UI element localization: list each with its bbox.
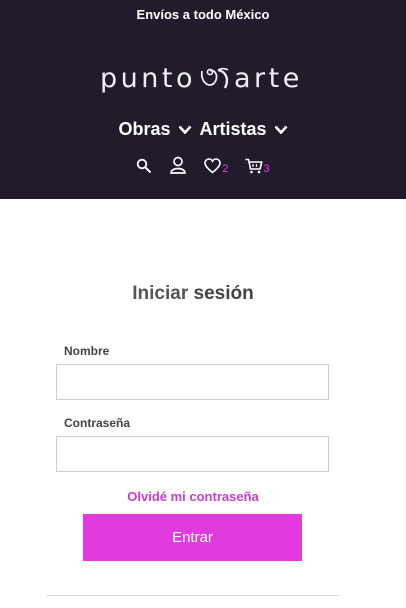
cart-button[interactable]: 3 <box>245 158 270 175</box>
account-button[interactable] <box>170 156 187 174</box>
header-icons: 2 3 <box>0 156 406 175</box>
name-field[interactable] <box>56 364 329 400</box>
chevron-down-icon <box>178 125 191 134</box>
page-title: Iniciar sesión <box>0 283 386 305</box>
cart-count: 3 <box>263 163 270 175</box>
site-logo[interactable]: punto arte <box>100 60 306 96</box>
main-nav: Obras Artistas <box>0 119 406 140</box>
search-icon <box>137 158 152 174</box>
nav-artistas[interactable]: Artistas <box>200 119 288 140</box>
wishlist-button[interactable]: 2 <box>204 158 229 175</box>
shipping-banner: Envíos a todo México <box>136 7 270 22</box>
chevron-down-icon <box>274 125 287 134</box>
user-icon <box>170 156 187 174</box>
logo-mark-icon <box>200 67 229 89</box>
wishlist-count: 2 <box>222 163 229 175</box>
password-field[interactable] <box>56 436 329 472</box>
nav-artistas-label: Artistas <box>199 119 267 139</box>
logo-text-left: punto <box>100 62 196 94</box>
logo-text-right: arte <box>233 62 303 94</box>
name-label: Nombre <box>64 344 110 358</box>
login-button[interactable]: Entrar <box>83 514 302 561</box>
title-prefix: Iniciar <box>132 283 194 304</box>
nav-obras-label: Obras <box>118 119 171 139</box>
divider <box>46 595 339 596</box>
site-header: Envíos a todo México punto arte Obras Ar… <box>0 0 406 199</box>
nav-obras[interactable]: Obras <box>118 119 191 140</box>
heart-icon <box>204 158 222 174</box>
title-bold: sesión <box>193 283 254 304</box>
cart-icon <box>245 158 263 174</box>
forgot-password-link[interactable]: Olvidé mi contraseña <box>0 489 386 504</box>
search-button[interactable] <box>136 158 152 174</box>
password-label: Contraseña <box>64 416 131 430</box>
